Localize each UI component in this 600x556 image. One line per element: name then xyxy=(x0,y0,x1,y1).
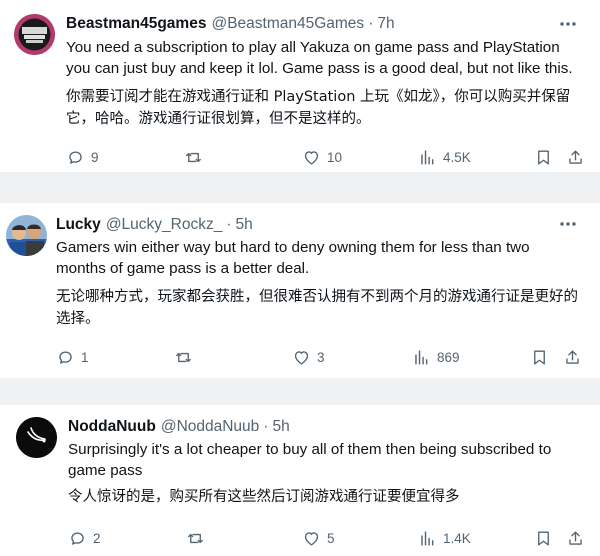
like-button[interactable]: 10 xyxy=(302,145,342,169)
heart-icon xyxy=(294,350,309,365)
reply-count: 1 xyxy=(81,349,89,365)
retweet-button[interactable] xyxy=(186,526,205,550)
avatar[interactable] xyxy=(16,417,57,458)
display-name[interactable]: Lucky xyxy=(56,216,101,234)
timestamp[interactable]: 7h xyxy=(377,15,394,33)
tweet-translation: 无论哪种方式，玩家都会获胜，但很难否认拥有不到两个月的游戏通行证是更好的选择。 xyxy=(56,289,578,327)
share-button[interactable] xyxy=(566,526,585,550)
tweet-translation: 令人惊讶的是，购买所有这些然后订阅游戏通行证要便宜得多 xyxy=(68,489,460,505)
tweet-header: Lucky @Lucky_Rockz_ · 5h xyxy=(56,214,253,236)
share-icon xyxy=(569,530,582,545)
reply-count: 2 xyxy=(93,530,101,546)
view-count: 1.4K xyxy=(443,530,471,546)
more-icon[interactable] xyxy=(558,14,578,34)
like-count: 10 xyxy=(327,149,343,165)
display-name[interactable]: Beastman45games xyxy=(66,15,206,33)
action-bar: 2 5 1.4K xyxy=(0,526,600,550)
views-button[interactable]: 4.5K xyxy=(418,145,471,169)
retweet-icon xyxy=(176,352,191,362)
views-button[interactable]: 869 xyxy=(412,345,460,369)
view-count: 869 xyxy=(437,349,460,365)
reply-button[interactable]: 1 xyxy=(56,345,89,369)
views-icon xyxy=(421,149,434,165)
avatar[interactable] xyxy=(6,215,47,256)
bookmark-button[interactable] xyxy=(530,345,549,369)
share-icon xyxy=(569,149,582,164)
user-handle[interactable]: @Lucky_Rockz_ xyxy=(106,216,223,234)
reply-icon xyxy=(69,150,82,164)
tweet-card[interactable]: Beastman45games @Beastman45Games · 7h Yo… xyxy=(0,0,600,172)
share-button[interactable] xyxy=(566,145,585,169)
bookmark-icon xyxy=(538,149,549,165)
retweet-icon xyxy=(186,152,201,162)
views-button[interactable]: 1.4K xyxy=(418,526,471,550)
heart-icon xyxy=(304,531,319,546)
bookmark-button[interactable] xyxy=(534,145,553,169)
reply-button[interactable]: 9 xyxy=(66,145,99,169)
display-name[interactable]: NoddaNuub xyxy=(68,418,156,436)
timestamp[interactable]: 5h xyxy=(236,216,253,234)
reply-icon xyxy=(59,350,72,364)
timestamp[interactable]: 5h xyxy=(272,418,289,436)
avatar[interactable] xyxy=(14,14,55,55)
tweet-header: Beastman45games @Beastman45Games · 7h xyxy=(66,13,395,35)
user-handle[interactable]: @NoddaNuub xyxy=(161,418,259,436)
like-count: 3 xyxy=(317,349,325,365)
user-handle[interactable]: @Beastman45Games xyxy=(211,15,364,33)
bookmark-icon xyxy=(534,349,545,365)
tweet-card[interactable]: NoddaNuub @NoddaNuub · 5h Surprisingly i… xyxy=(0,405,600,556)
reply-button[interactable]: 2 xyxy=(68,526,101,550)
separator-dot: · xyxy=(368,15,374,32)
like-button[interactable]: 3 xyxy=(292,345,325,369)
like-count: 5 xyxy=(327,530,335,546)
more-icon[interactable] xyxy=(558,214,578,234)
retweet-icon xyxy=(188,533,203,543)
reply-icon xyxy=(71,531,84,545)
action-bar: 9 10 4.5K xyxy=(0,145,600,169)
view-count: 4.5K xyxy=(443,149,471,165)
like-button[interactable]: 5 xyxy=(302,526,335,550)
tweet-translation: 你需要订阅才能在游戏通行证和 PlayStation 上玩《如龙》，你可以购买并… xyxy=(66,89,571,127)
retweet-button[interactable] xyxy=(184,145,203,169)
bookmark-button[interactable] xyxy=(534,526,553,550)
bookmark-icon xyxy=(538,530,549,546)
tweet-card[interactable]: Lucky @Lucky_Rockz_ · 5h Gamers win eith… xyxy=(0,203,600,378)
tweet-header: NoddaNuub @NoddaNuub · 5h xyxy=(68,416,290,438)
separator-dot: · xyxy=(263,418,269,435)
separator-dot: · xyxy=(226,216,232,233)
views-icon xyxy=(421,530,434,546)
views-icon xyxy=(415,349,428,365)
share-icon xyxy=(566,349,579,364)
share-button[interactable] xyxy=(563,345,582,369)
tweet-text: Surprisingly it's a lot cheaper to buy a… xyxy=(68,441,552,479)
action-bar: 1 3 869 xyxy=(0,345,600,369)
tweet-text: You need a subscription to play all Yaku… xyxy=(66,39,573,77)
reply-count: 9 xyxy=(91,149,99,165)
heart-icon xyxy=(304,150,319,165)
retweet-button[interactable] xyxy=(174,345,193,369)
tweet-text: Gamers win either way but hard to deny o… xyxy=(56,239,530,277)
